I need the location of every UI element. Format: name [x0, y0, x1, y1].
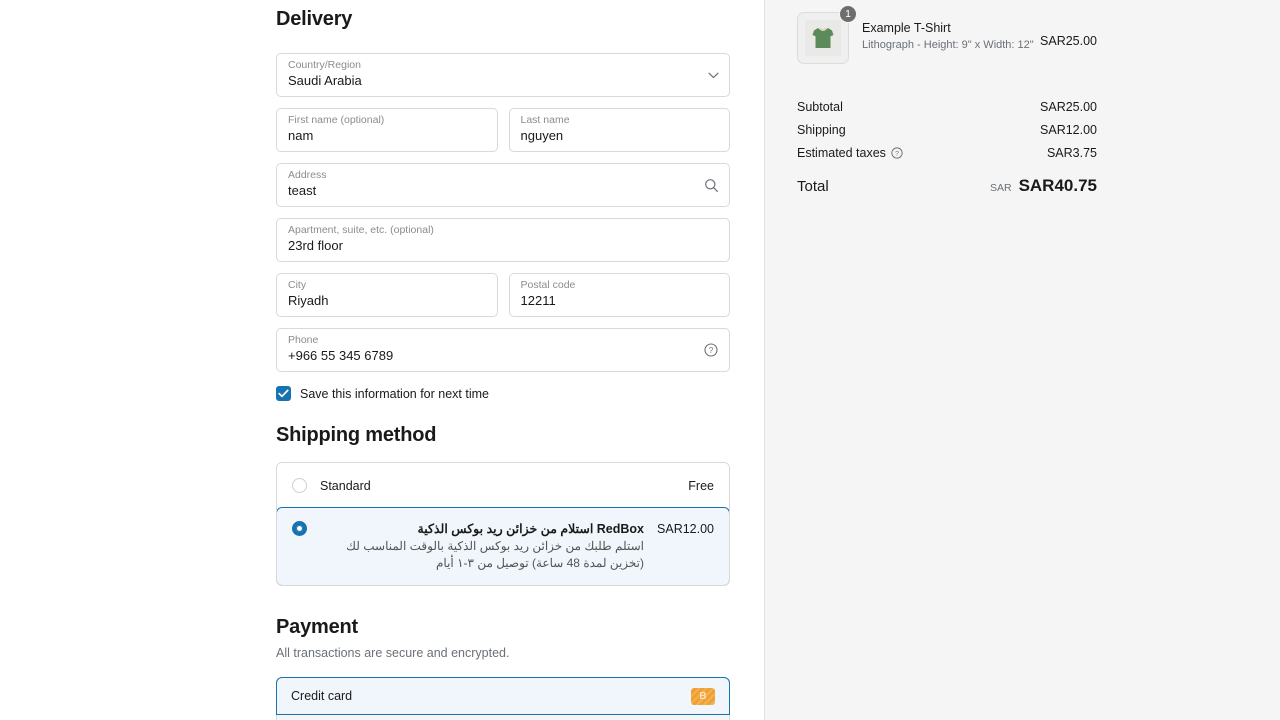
- shipping-option-redbox[interactable]: RedBox استلام من خزائن ريد بوكس الذكية ا…: [276, 507, 730, 586]
- card-brand-icon: B: [691, 688, 715, 705]
- city-value: Riyadh: [288, 292, 486, 309]
- phone-label: Phone: [288, 334, 718, 347]
- payment-method-credit-card[interactable]: Credit card B: [276, 677, 730, 715]
- phone-field[interactable]: Phone +966 55 345 6789 ?: [276, 328, 730, 372]
- total-label: Total: [797, 178, 829, 195]
- chevron-down-icon: [705, 67, 721, 83]
- apartment-value: 23rd floor: [288, 237, 718, 254]
- shipping-option-standard-price: Free: [688, 479, 714, 493]
- subtotal-label: Subtotal: [797, 100, 843, 114]
- shipping-value: SAR12.00: [1040, 123, 1097, 137]
- shipping-option-redbox-name: RedBox استلام من خزائن ريد بوكس الذكية: [320, 521, 644, 536]
- shipping-option-redbox-description: استلم طلبك من خزائن ريد بوكس الذكية بالو…: [320, 538, 644, 572]
- postal-code-field[interactable]: Postal code 12211: [509, 273, 731, 317]
- shipping-options-list: Standard Free RedBox استلام من خزائن ريد…: [276, 462, 730, 586]
- order-line-item: 1 Example T-Shirt Lithograph - Height: 9…: [797, 0, 1097, 64]
- order-summary-panel: 1 Example T-Shirt Lithograph - Height: 9…: [764, 0, 1280, 720]
- city-field[interactable]: City Riyadh: [276, 273, 498, 317]
- subtotal-row: Subtotal SAR25.00: [797, 95, 1097, 118]
- shipping-option-redbox-price: SAR12.00: [657, 521, 714, 536]
- order-totals: Subtotal SAR25.00 Shipping SAR12.00 Esti…: [797, 95, 1097, 201]
- shipping-method-section: Shipping method Standard Free RedBox است…: [276, 424, 730, 586]
- address-label: Address: [288, 169, 718, 182]
- postal-code-value: 12211: [521, 292, 719, 309]
- apartment-label: Apartment, suite, etc. (optional): [288, 224, 718, 237]
- estimated-taxes-label: Estimated taxes: [797, 146, 886, 160]
- payment-method-body: Card number: [277, 715, 729, 720]
- shipping-method-heading: Shipping method: [276, 424, 730, 447]
- phone-value: +966 55 345 6789: [288, 347, 718, 364]
- total-amount: SAR SAR40.75: [990, 176, 1097, 196]
- shipping-option-redbox-main: RedBox استلام من خزائن ريد بوكس الذكية ا…: [320, 521, 644, 572]
- country-region-value: Saudi Arabia: [288, 72, 718, 89]
- total-currency: SAR: [990, 182, 1012, 194]
- help-circle-icon[interactable]: ?: [891, 147, 903, 159]
- city-postal-row: City Riyadh Postal code 12211: [276, 273, 730, 317]
- total-value: SAR40.75: [1019, 176, 1097, 196]
- payment-method-label: Credit card: [291, 689, 352, 703]
- save-information-checkbox[interactable]: Save this information for next time: [276, 386, 730, 401]
- estimated-taxes-row: Estimated taxes ? SAR3.75: [797, 141, 1097, 164]
- checkout-main-column: Delivery Country/Region Saudi Arabia Fir…: [0, 0, 764, 720]
- name-row: First name (optional) nam Last name nguy…: [276, 108, 730, 152]
- country-region-label: Country/Region: [288, 59, 718, 72]
- payment-method-box: Credit card B Card number: [276, 677, 730, 720]
- radio-selected-icon: [292, 521, 307, 536]
- total-row: Total SAR SAR40.75: [797, 171, 1097, 201]
- payment-subtitle: All transactions are secure and encrypte…: [276, 646, 730, 660]
- product-info: Example T-Shirt Lithograph - Height: 9" …: [849, 12, 1040, 53]
- checkout-form: Delivery Country/Region Saudi Arabia Fir…: [276, 0, 730, 720]
- product-name: Example T-Shirt: [862, 20, 1040, 36]
- shipping-option-standard[interactable]: Standard Free: [277, 463, 729, 508]
- delivery-section: Delivery Country/Region Saudi Arabia Fir…: [276, 0, 730, 401]
- first-name-label: First name (optional): [288, 114, 486, 127]
- product-thumbnail-wrap: 1: [797, 12, 849, 64]
- first-name-value: nam: [288, 127, 486, 144]
- estimated-taxes-label-wrap: Estimated taxes ?: [797, 146, 903, 160]
- product-price: SAR25.00: [1040, 12, 1097, 48]
- shipping-option-standard-name: Standard: [320, 479, 675, 493]
- address-field[interactable]: Address teast: [276, 163, 730, 207]
- quantity-badge: 1: [839, 5, 857, 23]
- estimated-taxes-value: SAR3.75: [1047, 146, 1097, 160]
- product-variant: Lithograph - Height: 9" x Width: 12": [862, 38, 1040, 53]
- save-information-label: Save this information for next time: [300, 387, 489, 401]
- delivery-heading: Delivery: [276, 8, 730, 31]
- svg-text:?: ?: [709, 346, 714, 355]
- svg-text:?: ?: [895, 150, 899, 157]
- checkbox-checked-icon: [276, 386, 291, 401]
- country-region-select[interactable]: Country/Region Saudi Arabia: [276, 53, 730, 97]
- shipping-row: Shipping SAR12.00: [797, 118, 1097, 141]
- shipping-label: Shipping: [797, 123, 846, 137]
- last-name-field[interactable]: Last name nguyen: [509, 108, 731, 152]
- last-name-value: nguyen: [521, 127, 719, 144]
- first-name-field[interactable]: First name (optional) nam: [276, 108, 498, 152]
- help-circle-icon[interactable]: ?: [703, 342, 719, 358]
- checkout-page: Delivery Country/Region Saudi Arabia Fir…: [0, 0, 1280, 720]
- payment-heading: Payment: [276, 616, 730, 639]
- city-label: City: [288, 279, 486, 292]
- last-name-label: Last name: [521, 114, 719, 127]
- address-value: teast: [288, 182, 718, 199]
- postal-code-label: Postal code: [521, 279, 719, 292]
- order-summary-inner: 1 Example T-Shirt Lithograph - Height: 9…: [797, 0, 1097, 201]
- radio-unselected-icon: [292, 478, 307, 493]
- apartment-field[interactable]: Apartment, suite, etc. (optional) 23rd f…: [276, 218, 730, 262]
- subtotal-value: SAR25.00: [1040, 100, 1097, 114]
- search-icon[interactable]: [703, 177, 719, 193]
- shipping-option-standard-main: Standard: [320, 479, 675, 493]
- payment-section: Payment All transactions are secure and …: [276, 616, 730, 720]
